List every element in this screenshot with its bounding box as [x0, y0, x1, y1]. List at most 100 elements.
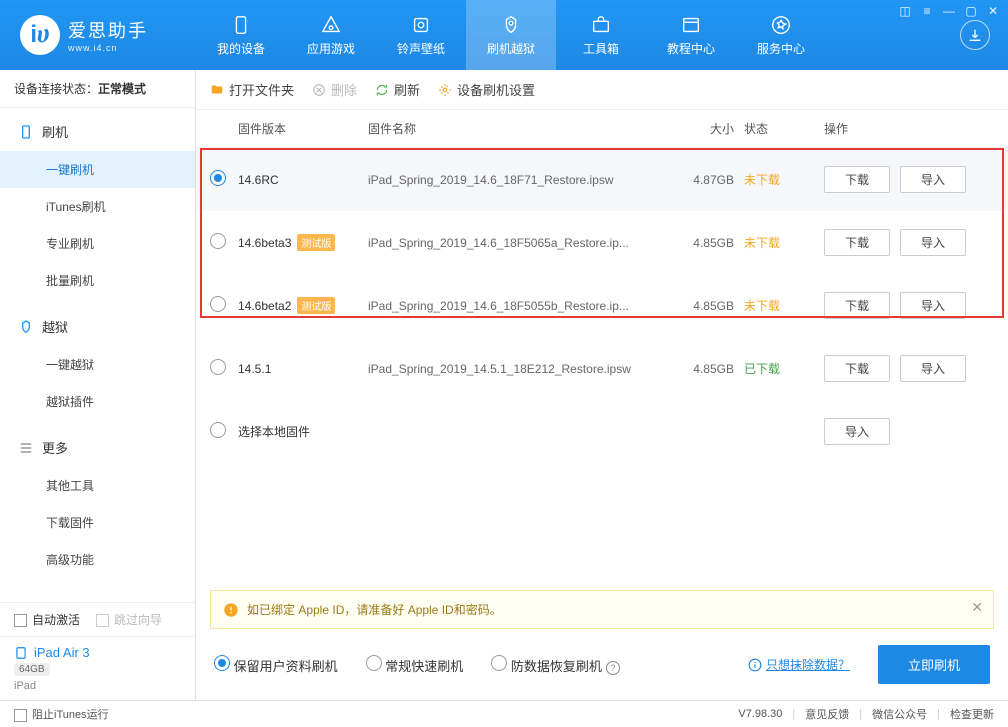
settings-button[interactable]: 设备刷机设置 [438, 80, 535, 99]
test-badge: 测试版 [297, 297, 335, 314]
table-row[interactable]: 14.6beta3 测试版iPad_Spring_2019_14.6_18F50… [196, 211, 1008, 274]
nav-icon [590, 14, 612, 36]
nav-item-2[interactable]: 铃声壁纸 [376, 0, 466, 70]
firmware-version: 选择本地固件 [238, 423, 368, 440]
sidebar-item[interactable]: iTunes刷机 [0, 188, 195, 225]
sidebar-item[interactable]: 越狱插件 [0, 383, 195, 420]
window-controls: ◫ ≡ — ▢ ✕ [898, 4, 1000, 18]
import-button[interactable]: 导入 [824, 418, 890, 445]
row-radio[interactable] [210, 170, 226, 186]
sidebar-item[interactable]: 批量刷机 [0, 262, 195, 299]
option-fast-flash[interactable]: 常规快速刷机 [366, 655, 464, 675]
firmware-status: 未下载 [744, 297, 824, 314]
block-itunes-checkbox[interactable]: 阻止iTunes运行 [14, 706, 109, 722]
group-icon [18, 440, 34, 456]
import-button[interactable]: 导入 [900, 166, 966, 193]
firmware-size: 4.87GB [674, 173, 744, 187]
firmware-status: 已下载 [744, 360, 824, 377]
col-ops: 操作 [824, 120, 994, 137]
firmware-name: iPad_Spring_2019_14.6_18F71_Restore.ipsw [368, 173, 674, 187]
check-update-link[interactable]: 检查更新 [950, 706, 994, 722]
import-button[interactable]: 导入 [900, 292, 966, 319]
menu-icon[interactable]: ≡ [920, 4, 934, 18]
row-radio[interactable] [210, 233, 226, 249]
gear-icon [438, 83, 452, 97]
row-radio[interactable] [210, 422, 226, 438]
erase-link[interactable]: 只想抹除数据？ [748, 656, 850, 673]
sidebar-group-2[interactable]: 更多 [0, 428, 195, 467]
download-button[interactable]: 下载 [824, 292, 890, 319]
flash-button[interactable]: 立即刷机 [878, 645, 990, 684]
delete-icon [312, 83, 326, 97]
group-icon [18, 319, 34, 335]
close-icon[interactable]: ✕ [986, 4, 1000, 18]
refresh-button[interactable]: 刷新 [375, 80, 420, 99]
nav-item-3[interactable]: 刷机越狱 [466, 0, 556, 70]
open-folder-button[interactable]: 打开文件夹 [210, 80, 294, 99]
nav-icon [500, 14, 522, 36]
minimize-icon[interactable]: — [942, 4, 956, 18]
app-url: www.i4.cn [68, 43, 148, 53]
main-content: 打开文件夹 删除 刷新 设备刷机设置 固件版本 固件名称 大小 状态 操作 14… [196, 70, 1008, 700]
status-label: 设备连接状态： [14, 82, 98, 96]
nav-item-5[interactable]: 教程中心 [646, 0, 736, 70]
device-panel[interactable]: iPad Air 3 64GB iPad [0, 636, 195, 700]
col-size: 大小 [674, 120, 744, 137]
nav-label: 铃声壁纸 [397, 40, 445, 57]
sidebar-group-1[interactable]: 越狱 [0, 307, 195, 346]
feedback-link[interactable]: 意见反馈 [805, 706, 849, 722]
firmware-size: 4.85GB [674, 362, 744, 376]
sidebar-item[interactable]: 专业刷机 [0, 225, 195, 262]
sidebar-group-0[interactable]: 刷机 [0, 112, 195, 151]
download-button[interactable]: 下载 [824, 166, 890, 193]
sidebar-item[interactable]: 高级功能 [0, 541, 195, 578]
info-icon [748, 658, 762, 672]
firmware-size: 4.85GB [674, 299, 744, 313]
notice-bar: 如已绑定 Apple ID，请准备好 Apple ID和密码。 ✕ [210, 590, 994, 629]
sidebar-item[interactable]: 一键刷机 [0, 151, 195, 188]
firmware-status: 未下载 [744, 171, 824, 188]
option-keep-data[interactable]: 保留用户资料刷机 [214, 655, 338, 675]
row-radio[interactable] [210, 359, 226, 375]
sidebar-item[interactable]: 一键越狱 [0, 346, 195, 383]
device-storage: 64GB [14, 663, 50, 676]
firmware-size: 4.85GB [674, 236, 744, 250]
nav-label: 工具箱 [583, 40, 619, 57]
import-button[interactable]: 导入 [900, 229, 966, 256]
device-status: 设备连接状态：正常模式 [0, 70, 195, 108]
download-button[interactable]: 下载 [824, 229, 890, 256]
table-row[interactable]: 14.6RCiPad_Spring_2019_14.6_18F71_Restor… [196, 148, 1008, 211]
nav-icon [230, 14, 252, 36]
maximize-icon[interactable]: ▢ [964, 4, 978, 18]
sidebar-item[interactable]: 下载固件 [0, 504, 195, 541]
nav-item-1[interactable]: 应用游戏 [286, 0, 376, 70]
auto-activate-checkbox[interactable]: 自动激活 [14, 611, 80, 628]
row-radio[interactable] [210, 296, 226, 312]
warning-icon [223, 602, 239, 618]
sidebar-item[interactable]: 其他工具 [0, 467, 195, 504]
skip-guide-checkbox[interactable]: 跳过向导 [96, 611, 162, 628]
help-icon[interactable]: ? [606, 661, 620, 675]
nav-item-6[interactable]: 服务中心 [736, 0, 826, 70]
download-button[interactable]: 下载 [824, 355, 890, 382]
table-header: 固件版本 固件名称 大小 状态 操作 [196, 110, 1008, 148]
refresh-icon [375, 83, 389, 97]
table-row[interactable]: 选择本地固件 导入 [196, 400, 1008, 463]
tshirt-icon[interactable]: ◫ [898, 4, 912, 18]
table-row[interactable]: 14.5.1iPad_Spring_2019_14.5.1_18E212_Res… [196, 337, 1008, 400]
nav-item-4[interactable]: 工具箱 [556, 0, 646, 70]
wechat-link[interactable]: 微信公众号 [872, 706, 927, 722]
nav-icon [680, 14, 702, 36]
nav-label: 我的设备 [217, 40, 265, 57]
device-type: iPad [14, 680, 181, 692]
option-anti-recovery[interactable]: 防数据恢复刷机? [491, 655, 620, 675]
download-icon[interactable] [960, 20, 990, 50]
close-notice-button[interactable]: ✕ [971, 599, 983, 616]
nav-item-0[interactable]: 我的设备 [196, 0, 286, 70]
device-icon [14, 646, 28, 660]
firmware-version: 14.6RC [238, 173, 368, 187]
nav-icon [770, 14, 792, 36]
import-button[interactable]: 导入 [900, 355, 966, 382]
delete-button: 删除 [312, 80, 357, 99]
table-row[interactable]: 14.6beta2 测试版iPad_Spring_2019_14.6_18F50… [196, 274, 1008, 337]
